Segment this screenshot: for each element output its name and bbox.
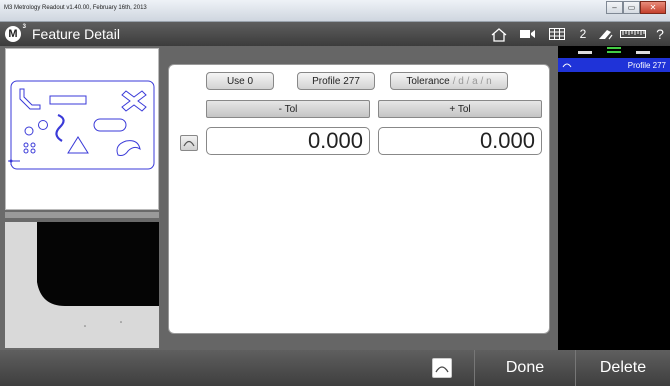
camera-image [5,222,159,348]
detail-panel: Use 0 Profile 277 Tolerance / d / a / n … [160,46,558,350]
app-window: M3 Metrology Readout v1.40.00, February … [0,0,670,386]
tab-1[interactable] [577,50,592,54]
camera-view [5,222,159,348]
help-icon[interactable]: ? [650,22,670,46]
app-header: M 3 Feature Detail 2 ? [0,22,670,46]
probe-icon[interactable] [594,22,616,46]
list-item-label: Profile 277 [627,60,666,70]
restore-icon[interactable]: ▭ [623,1,640,14]
count-indicator: 2 [579,27,587,41]
delete-button[interactable]: Delete [576,350,670,386]
ruler-icon[interactable] [616,22,650,46]
plus-tol-field[interactable]: 0.000 [378,127,542,155]
panel-divider [5,212,159,218]
header-toolbar: 2 ? [484,22,670,46]
minus-tol-button[interactable]: - Tol [206,100,370,118]
window-controls: – ▭ ✕ [606,1,666,15]
done-button[interactable]: Done [475,350,575,386]
arc-icon[interactable] [432,358,452,378]
video-camera-icon[interactable] [514,22,542,46]
tolerance-button[interactable]: Tolerance / d / a / n [390,72,508,90]
minimize-icon[interactable]: – [606,1,623,14]
left-panel [0,46,160,350]
bottom-bar: Done Delete [0,350,670,386]
use-button[interactable]: Use 0 [206,72,274,90]
tab-3[interactable] [636,50,651,54]
list-item-selected[interactable]: Profile 277 [558,58,670,72]
minus-tol-field[interactable]: 0.000 [206,127,370,155]
m3-logo: M 3 [5,24,26,42]
arc-icon [562,63,572,68]
tab-2[interactable] [606,51,621,53]
home-icon[interactable] [484,22,514,46]
list-tabs [558,46,670,58]
arc-icon[interactable] [180,135,198,151]
part-preview[interactable] [5,48,159,210]
feature-list: Profile 277 [558,46,670,350]
page-title: Feature Detail [32,26,120,42]
tolerance-card: Use 0 Profile 277 Tolerance / d / a / n … [168,64,550,334]
grid-table-icon[interactable] [542,22,572,46]
plus-tol-button[interactable]: + Tol [378,100,542,118]
close-icon[interactable]: ✕ [640,1,666,14]
profile-button[interactable]: Profile 277 [297,72,375,90]
window-titlebar: M3 Metrology Readout v1.40.00, February … [0,0,670,22]
part-drawing [8,80,155,170]
window-title: M3 Metrology Readout v1.40.00, February … [4,5,147,11]
